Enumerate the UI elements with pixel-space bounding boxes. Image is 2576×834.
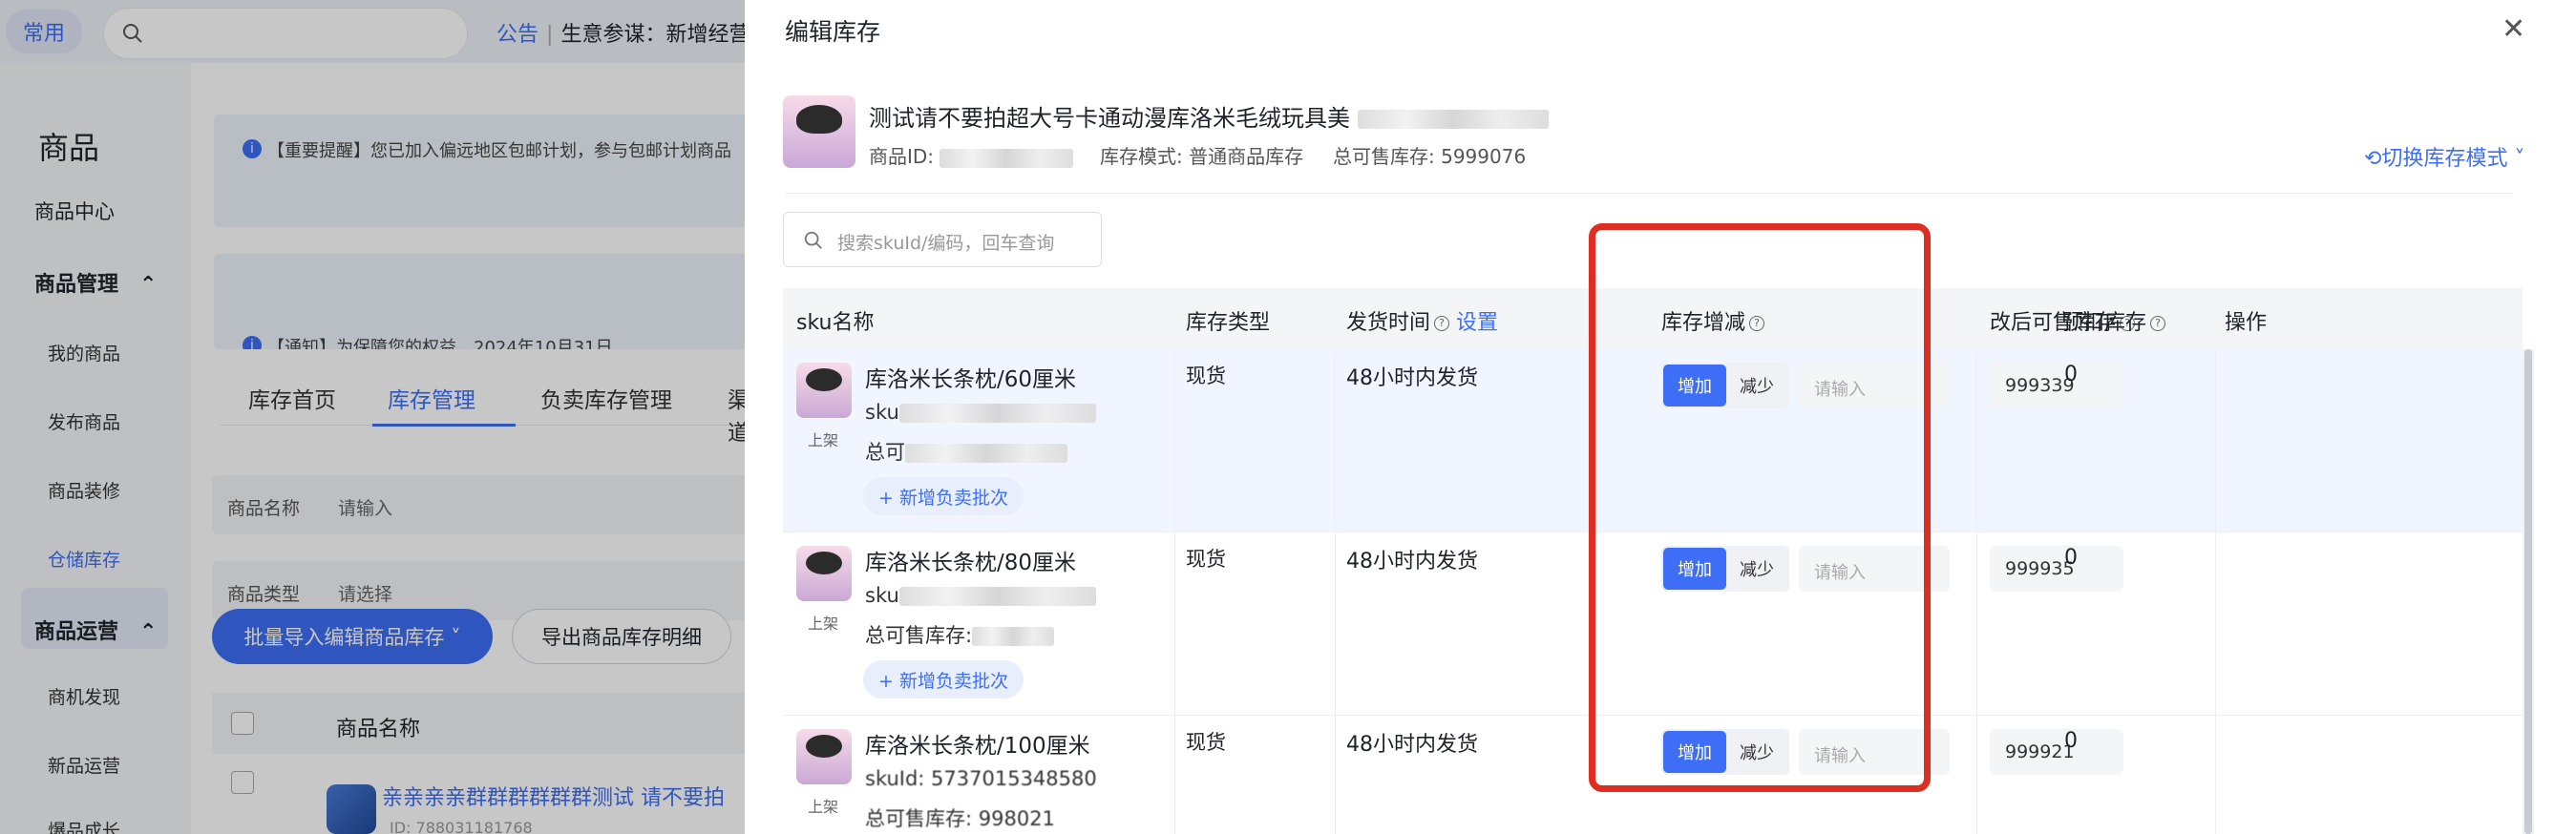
add-negative-batch-button[interactable]: + 新增负卖批次	[863, 477, 1024, 515]
switch-mode-label: 切换库存模式	[2381, 147, 2508, 171]
ship-settings-link[interactable]: 设置	[1456, 311, 1498, 335]
sku-search-input[interactable]: 搜索skuId/编码，回车查询	[783, 212, 1102, 267]
column-divider	[1976, 349, 1977, 834]
product-id-label: 商品ID:	[869, 145, 935, 168]
column-sku: sku名称	[796, 311, 875, 335]
total-stock: 总可售库存: 5999076	[1333, 145, 1527, 168]
add-negative-batch-button[interactable]: + 新增负卖批次	[863, 660, 1024, 698]
column-pre-label: 预扣库存	[2062, 311, 2147, 335]
product-thumbnail	[783, 95, 855, 168]
sku-thumbnail	[796, 363, 852, 418]
product-id: 商品ID:	[869, 141, 1074, 169]
stock-type: 现货	[1186, 365, 1226, 387]
sku-name: 库洛米长条枕/100厘米	[865, 734, 1090, 759]
pre-held-stock: 0	[2064, 546, 2078, 570]
column-ship: 发货时间? 设置	[1346, 305, 1498, 336]
drawer-title: 编辑库存	[785, 18, 881, 46]
redacted-text	[898, 587, 1096, 606]
sku-total: 总可售库存:	[865, 620, 1055, 649]
redacted-text	[1357, 110, 1549, 129]
ship-time: 48小时内发货	[1346, 733, 1478, 757]
ship-time: 48小时内发货	[1346, 550, 1478, 573]
scrollbar[interactable]	[2523, 349, 2534, 834]
inventory-mode: 库存模式: 普通商品库存	[1100, 145, 1304, 168]
help-icon[interactable]: ?	[1434, 316, 1450, 331]
help-icon[interactable]: ?	[2150, 316, 2166, 331]
pre-held-stock: 0	[2064, 729, 2078, 753]
sku-name: 库洛米长条枕/60厘米	[865, 367, 1077, 392]
modal-overlay[interactable]	[0, 0, 745, 834]
sku-total: 总可	[865, 437, 1067, 466]
after-stock-field[interactable]: 999339	[1990, 363, 2123, 408]
column-op: 操作	[2225, 311, 2268, 335]
scrollbar-thumb[interactable]	[2524, 349, 2532, 834]
sku-id-label: sku	[865, 401, 899, 424]
column-divider	[1335, 349, 1336, 834]
close-icon[interactable]: ✕	[2502, 15, 2525, 44]
stock-type: 现货	[1186, 548, 1226, 571]
pre-held-stock: 0	[2064, 363, 2078, 386]
sku-state: 上架	[808, 615, 839, 633]
after-stock-field[interactable]: 999921	[1990, 729, 2123, 775]
sku-thumbnail	[796, 546, 852, 601]
redacted-text	[905, 444, 1067, 463]
redacted-text	[898, 404, 1096, 423]
redacted-text	[972, 627, 1055, 646]
divider	[785, 193, 2513, 194]
sku-state: 上架	[808, 798, 839, 816]
sku-id: skuId: 5737015348580	[865, 767, 1097, 790]
column-divider	[2215, 349, 2216, 834]
chevron-down-icon: ˅	[2507, 147, 2525, 171]
column-type: 库存类型	[1186, 311, 1271, 335]
stock-type: 现货	[1186, 731, 1226, 754]
product-name-text: 测试请不要拍超大号卡通动漫库洛米毛绒玩具美	[869, 105, 1350, 132]
column-preheld: 预扣库存?	[2062, 305, 2166, 336]
redacted-text	[940, 148, 1074, 168]
sku-total-label: 总可	[865, 441, 905, 464]
column-divider	[1174, 349, 1175, 834]
after-stock-field[interactable]: 999935	[1990, 546, 2123, 592]
column-ship-label: 发货时间	[1346, 311, 1431, 335]
sku-total-label: 总可售库存:	[865, 624, 973, 647]
sku-state: 上架	[808, 431, 839, 449]
sku-id: sku	[865, 401, 1096, 424]
sku-total: 总可售库存: 998021	[865, 807, 1055, 830]
search-placeholder: 搜索skuId/编码，回车查询	[837, 233, 1055, 254]
sku-id-label: sku	[865, 584, 899, 607]
switch-mode-link[interactable]: ⟲切换库存模式 ˅	[2364, 141, 2524, 172]
sku-thumbnail	[796, 729, 852, 784]
background-page: 常用 公告 | 生意参谋：新增经营 商品 商品中心 商品管理 ⌃ 我的商品 发布商品 …	[0, 0, 745, 834]
highlight-box	[1589, 223, 1931, 792]
switch-icon: ⟲	[2364, 147, 2382, 171]
product-name: 测试请不要拍超大号卡通动漫库洛米毛绒玩具美	[869, 99, 1549, 133]
search-icon	[804, 231, 822, 249]
ship-time: 48小时内发货	[1346, 366, 1478, 390]
sku-id: sku	[865, 584, 1096, 607]
sku-name: 库洛米长条枕/80厘米	[865, 551, 1077, 575]
